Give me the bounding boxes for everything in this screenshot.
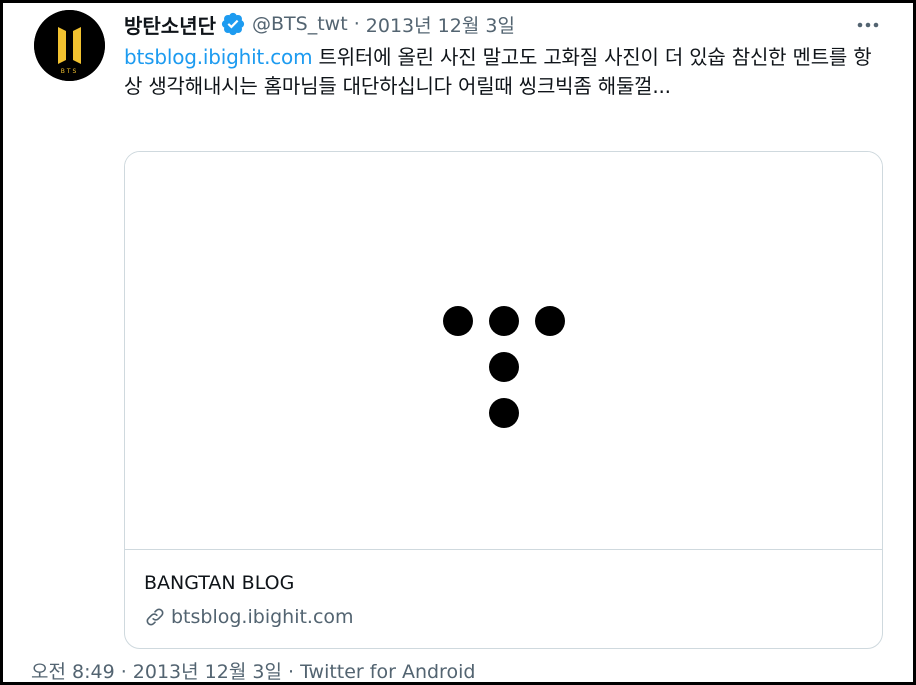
card-domain: btsblog.ibighit.com <box>144 606 354 628</box>
handle[interactable]: @BTS_twt <box>252 13 348 35</box>
avatar-text: BTS <box>61 68 79 75</box>
card-title: BANGTAN BLOG <box>144 572 295 594</box>
tweet-text: btsblog.ibighit.com 트위터에 올린 사진 말고도 고화질 사… <box>124 43 884 101</box>
card-media[interactable] <box>125 152 882 550</box>
tweet-link[interactable]: btsblog.ibighit.com <box>124 45 313 69</box>
card-domain-text: btsblog.ibighit.com <box>171 606 354 628</box>
bighit-logo-icon <box>443 306 565 428</box>
tweet-date[interactable]: 2013년 12월 3일 <box>366 11 515 38</box>
separator: · <box>353 13 360 35</box>
footer-date[interactable]: 2013년 12월 3일 <box>133 661 282 683</box>
verified-badge-icon <box>221 12 245 36</box>
more-options-icon[interactable] <box>855 15 881 35</box>
avatar[interactable]: BTS <box>34 10 105 81</box>
display-name[interactable]: 방탄소년단 <box>124 10 216 39</box>
link-card[interactable]: BANGTAN BLOG btsblog.ibighit.com <box>124 151 883 649</box>
footer-time[interactable]: 오전 8:49 <box>31 661 115 683</box>
bts-logo-icon: BTS <box>34 10 105 81</box>
tweet-footer: 오전 8:49 · 2013년 12월 3일 · Twitter for And… <box>31 657 475 684</box>
footer-source[interactable]: Twitter for Android <box>300 661 475 683</box>
footer-separator: · <box>281 661 301 683</box>
footer-separator: · <box>114 661 133 683</box>
link-icon <box>146 608 164 626</box>
tweet-frame: BTS 방탄소년단 @BTS_twt · 2013년 12월 3일 btsblo… <box>0 0 916 685</box>
tweet-header: 방탄소년단 @BTS_twt · 2013년 12월 3일 <box>124 9 515 39</box>
